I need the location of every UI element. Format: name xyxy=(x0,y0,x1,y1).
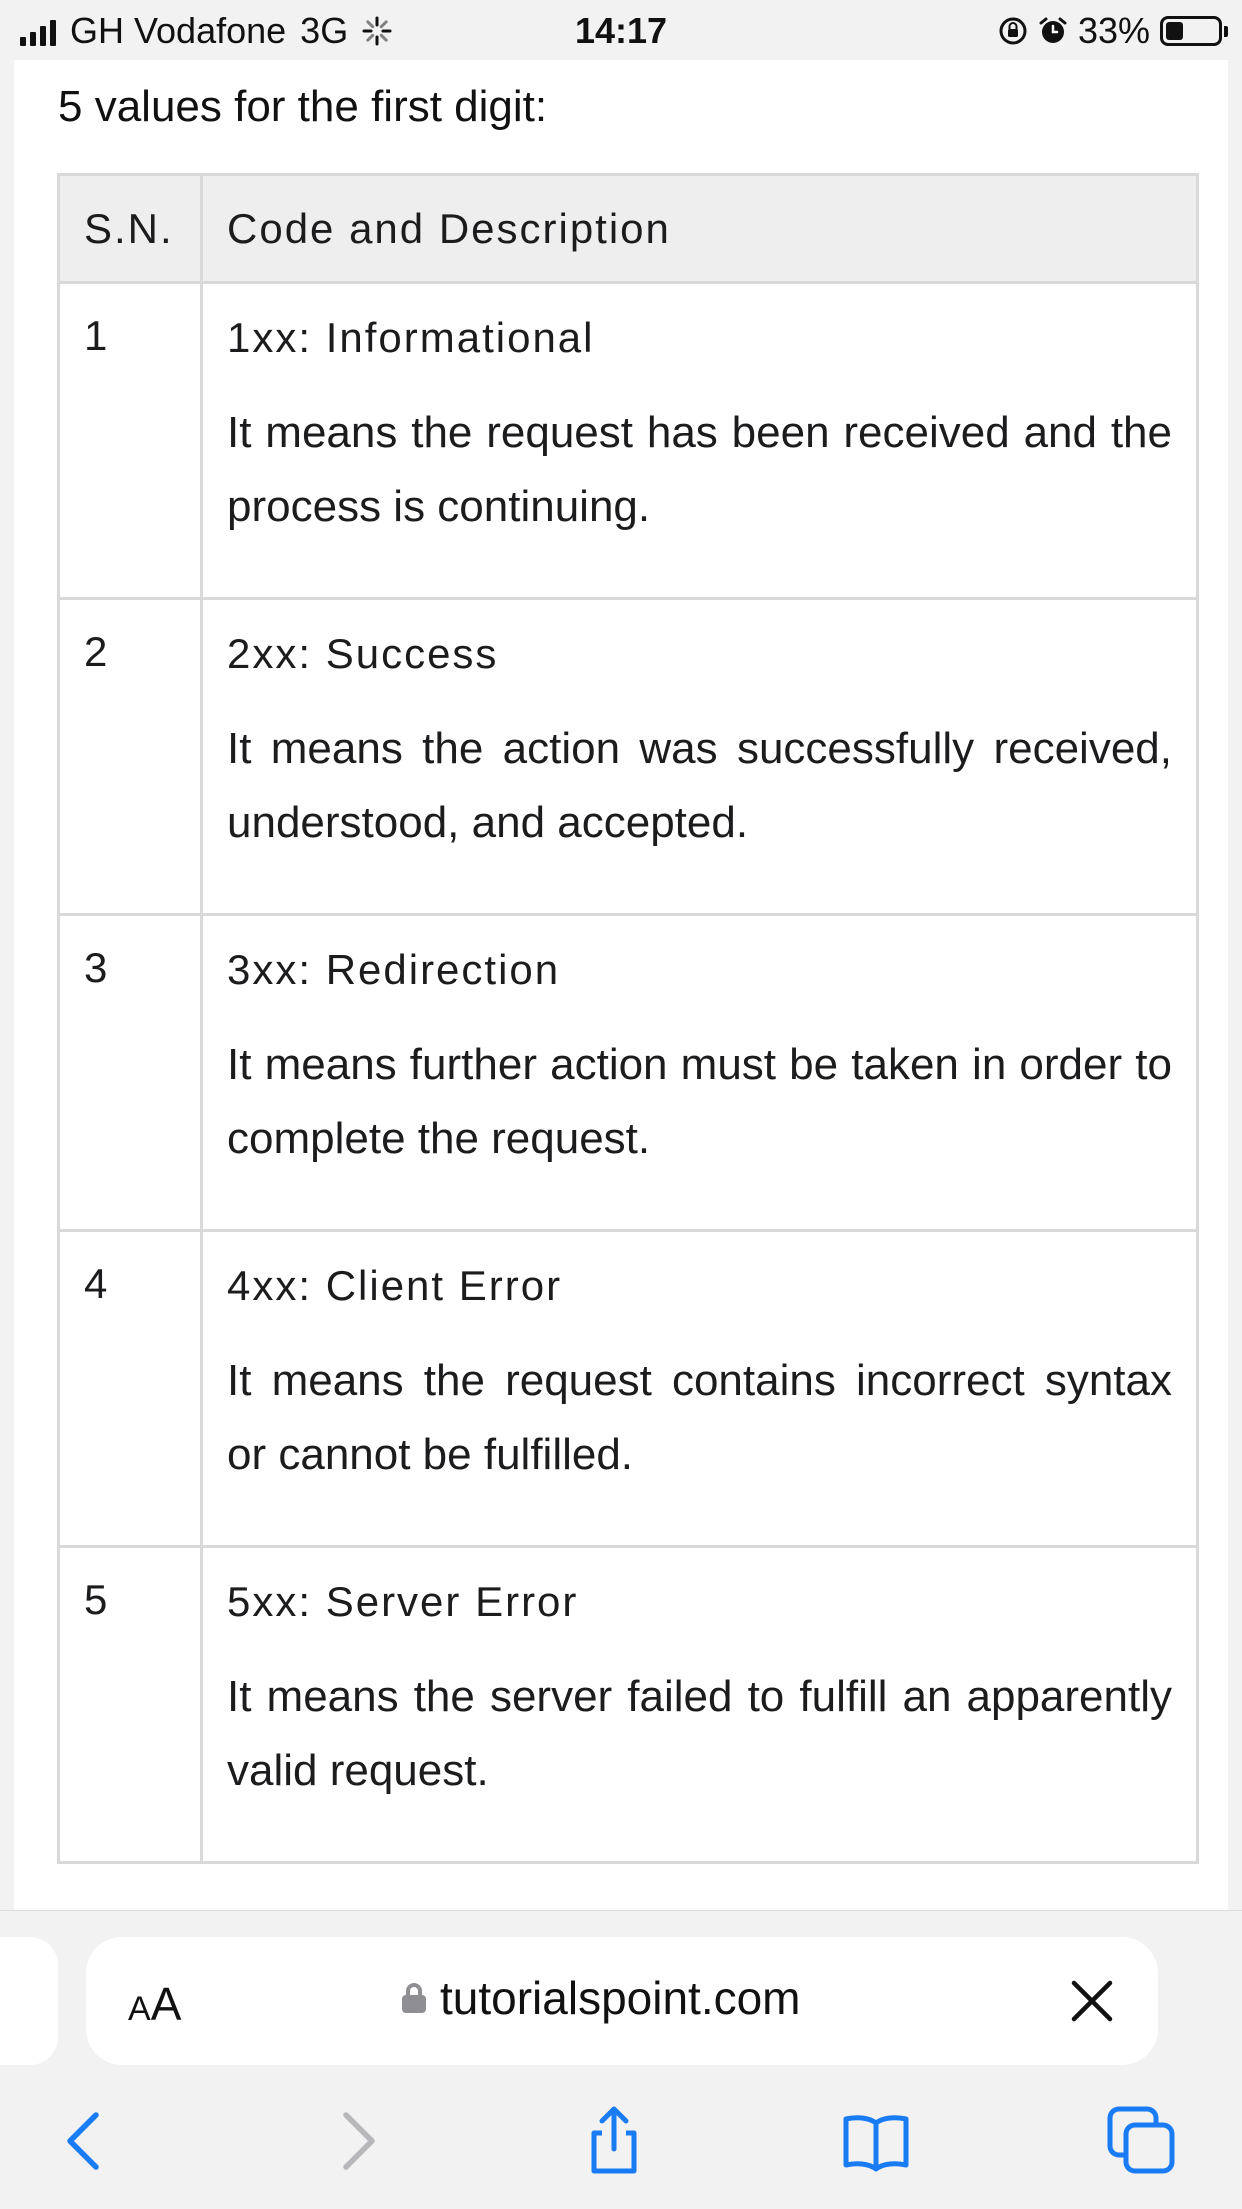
close-icon[interactable] xyxy=(1066,1975,1118,2027)
row-sn: 5 xyxy=(57,1545,203,1864)
row-sn: 3 xyxy=(57,913,203,1232)
battery-icon xyxy=(1160,16,1228,46)
code-description: It means the server failed to fulfill an… xyxy=(227,1672,1172,1795)
code-title: 4xx: Client Error xyxy=(227,1262,563,1309)
aa-small-label: A xyxy=(128,1990,151,2028)
battery-percent: 33% xyxy=(1077,10,1150,51)
bottom-toolbar xyxy=(0,2083,1242,2193)
table-row: 2 2xx: Success It means the action was s… xyxy=(57,597,1199,916)
header-sn: S.N. xyxy=(57,173,203,284)
previous-tab-peek[interactable] xyxy=(0,1937,58,2065)
status-right: 33% xyxy=(998,10,1228,52)
row-content: 5xx: Server Error It means the server fa… xyxy=(200,1545,1199,1864)
lock-icon xyxy=(402,1983,426,2013)
table-row: 1 1xx: Informational It means the reques… xyxy=(57,281,1199,600)
code-description: It means the request contains incorrect … xyxy=(227,1356,1172,1479)
row-content: 4xx: Client Error It means the request c… xyxy=(200,1229,1199,1548)
row-sn: 1 xyxy=(57,281,203,600)
code-title: 3xx: Redirection xyxy=(227,946,561,993)
row-sn: 2 xyxy=(57,597,203,916)
row-sn: 4 xyxy=(57,1229,203,1548)
tabs-icon[interactable] xyxy=(1106,2105,1178,2177)
web-page: 5 values for the first digit: S.N. Code … xyxy=(14,60,1228,1910)
browser-chrome: AA tutorialspoint.com xyxy=(0,1910,1242,2209)
row-content: 1xx: Informational It means the request … xyxy=(200,281,1199,600)
forward-icon[interactable] xyxy=(320,2105,392,2177)
code-title: 2xx: Success xyxy=(227,630,499,677)
alarm-icon xyxy=(1039,17,1067,43)
header-code-description: Code and Description xyxy=(200,173,1199,284)
table-row: 4 4xx: Client Error It means the request… xyxy=(57,1229,1199,1548)
back-icon[interactable] xyxy=(50,2105,122,2177)
battery-fill xyxy=(1166,22,1183,40)
aa-large-label: A xyxy=(150,1978,182,2030)
code-description: It means the request has been received a… xyxy=(227,408,1172,531)
row-content: 2xx: Success It means the action was suc… xyxy=(200,597,1199,916)
code-description: It means further action must be taken in… xyxy=(227,1040,1172,1163)
code-title: 1xx: Informational xyxy=(227,314,595,361)
orientation-lock-icon xyxy=(999,17,1027,45)
url-display[interactable]: tutorialspoint.com xyxy=(402,1971,801,2025)
code-title: 5xx: Server Error xyxy=(227,1578,579,1625)
table-row: 3 3xx: Redirection It means further acti… xyxy=(57,913,1199,1232)
share-icon[interactable] xyxy=(578,2105,650,2177)
url-text: tutorialspoint.com xyxy=(440,1972,801,2024)
address-bar[interactable]: AA tutorialspoint.com xyxy=(86,1937,1158,2065)
bookmarks-icon[interactable] xyxy=(840,2105,912,2177)
table-header-row: S.N. Code and Description xyxy=(57,173,1199,284)
reader-options-button[interactable]: AA xyxy=(128,1977,181,2031)
table-row: 5 5xx: Server Error It means the server … xyxy=(57,1545,1199,1864)
status-codes-table: S.N. Code and Description 1 1xx: Informa… xyxy=(57,173,1199,1864)
intro-text: 5 values for the first digit: xyxy=(58,82,548,131)
status-bar: GH Vodafone 3G 14:17 33% xyxy=(0,0,1242,60)
row-content: 3xx: Redirection It means further action… xyxy=(200,913,1199,1232)
code-description: It means the action was successfully rec… xyxy=(227,724,1172,847)
